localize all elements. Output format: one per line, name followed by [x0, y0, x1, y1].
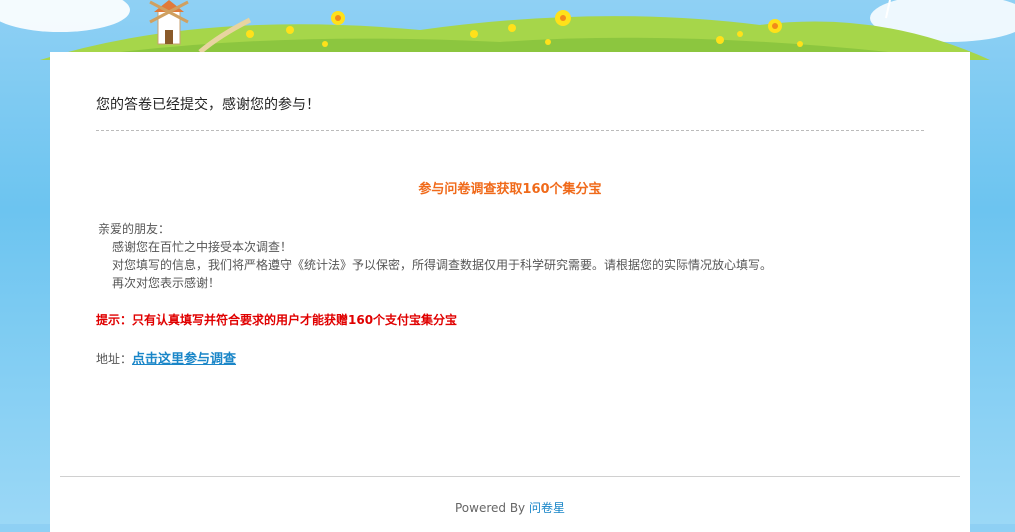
cloud-icon	[0, 0, 130, 32]
greeting-text: 亲爱的朋友：	[98, 222, 171, 236]
submitted-message: 您的答卷已经提交，感谢您的参与！	[96, 97, 320, 113]
tip-text: 提示：只有认真填写并符合要求的用户才能获赠160个支付宝集分宝	[96, 313, 458, 327]
powered-by-text: Powered By	[454, 501, 526, 515]
header-landscape	[0, 0, 1015, 60]
footer: Powered By 问卷星	[50, 499, 970, 516]
dashed-divider	[96, 130, 924, 131]
body-line: 对您填写的信息，我们将严格遵守《统计法》予以保密，所得调查数据仅用于科学研究需要…	[112, 258, 773, 272]
brand-link[interactable]: 问卷星	[529, 501, 565, 515]
survey-link[interactable]: 点击这里参与调查	[132, 352, 236, 367]
promo-title: 参与问卷调查获取160个集分宝	[418, 182, 602, 197]
address-label: 地址：	[96, 352, 133, 366]
body-line: 感谢您在百忙之中接受本次调查！	[112, 240, 293, 254]
promo-body: 亲爱的朋友： 感谢您在百忙之中接受本次调查！ 对您填写的信息，我们将严格遵守《统…	[98, 220, 772, 292]
body-line: 再次对您表示感谢！	[112, 276, 221, 290]
address-row: 地址：点击这里参与调查	[96, 348, 236, 367]
footer-divider	[60, 476, 960, 477]
content-card: 您的答卷已经提交，感谢您的参与！ 参与问卷调查获取160个集分宝 亲爱的朋友： …	[50, 52, 970, 532]
